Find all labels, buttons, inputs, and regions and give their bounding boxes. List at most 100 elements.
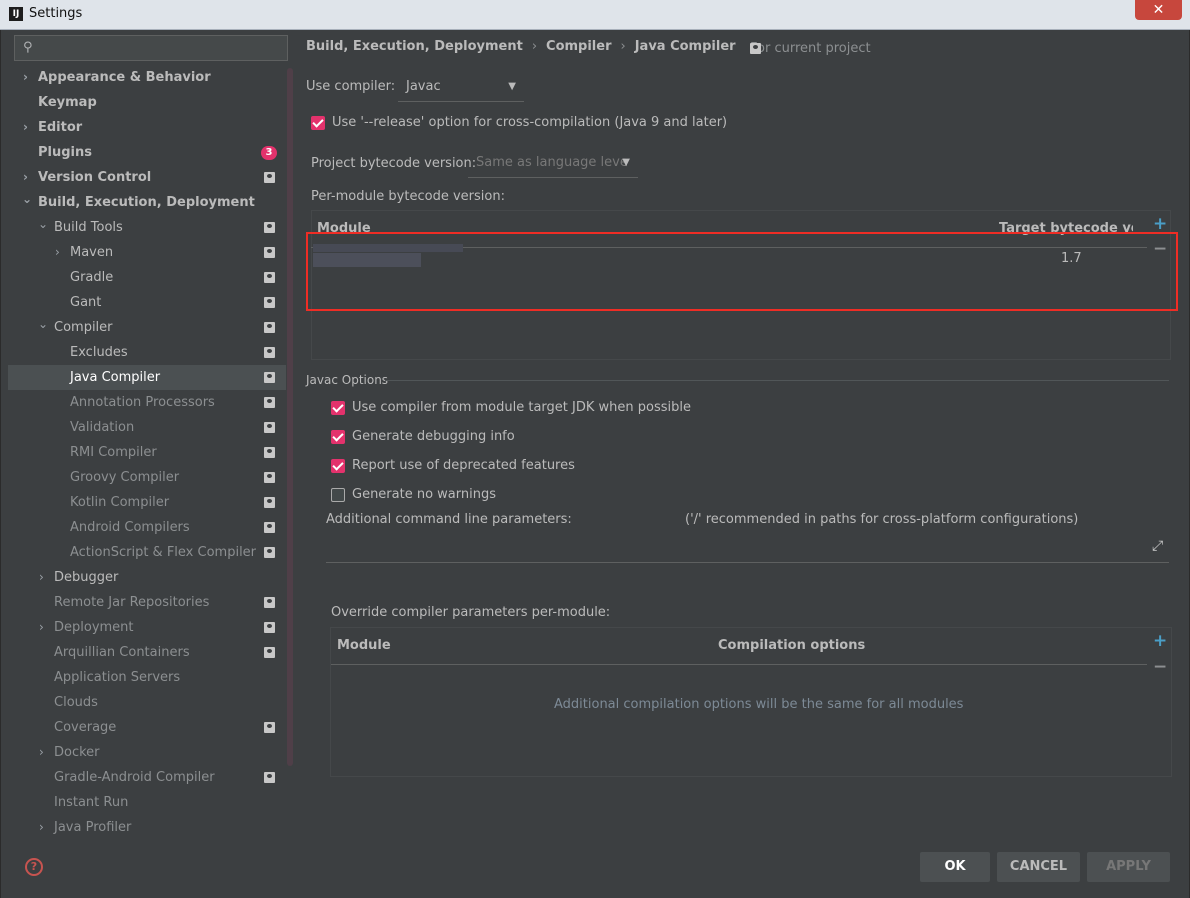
project-scope-icon [264, 772, 275, 783]
use-target-jdk-checkbox[interactable] [331, 401, 345, 415]
chevron-right-icon[interactable]: › [55, 240, 60, 265]
sidebar-item-debugger[interactable]: › Debugger [8, 565, 286, 590]
use-compiler-combo[interactable]: Javac ▼ [398, 74, 524, 102]
sidebar-item-label: Docker [54, 745, 100, 760]
close-window-button[interactable]: ✕ [1135, 0, 1182, 20]
sidebar-item-label: Appearance & Behavior [38, 70, 211, 85]
plugins-update-badge: 3 [261, 146, 277, 160]
ok-button[interactable]: OK [920, 852, 990, 882]
sidebar-scrollbar[interactable] [287, 68, 293, 766]
project-scope-icon [264, 297, 275, 308]
help-icon[interactable]: ? [25, 858, 43, 876]
sidebar-item-android-compilers[interactable]: Android Compilers [8, 515, 286, 540]
sidebar-item-label: Kotlin Compiler [70, 495, 170, 510]
sidebar-item-version-control[interactable]: › Version Control [8, 165, 286, 190]
window-title: Settings [29, 6, 83, 21]
apply-button[interactable]: APPLY [1087, 852, 1170, 882]
sidebar-item-java-profiler[interactable]: › Java Profiler [8, 815, 286, 840]
deprecated-features-checkbox[interactable] [331, 459, 345, 473]
sidebar-item-coverage[interactable]: Coverage [8, 715, 286, 740]
sidebar-item-label: Java Compiler [70, 370, 161, 385]
sidebar-item-label: Android Compilers [70, 520, 190, 535]
sidebar-item-label: Debugger [54, 570, 119, 585]
cancel-button[interactable]: CANCEL [997, 852, 1080, 882]
chevron-right-icon[interactable]: › [23, 65, 28, 90]
section-divider [385, 380, 1169, 381]
sidebar-item-build-tools[interactable]: ⌄ Build Tools [8, 215, 286, 240]
sidebar-item-plugins[interactable]: Plugins 3 [8, 140, 286, 165]
sidebar-item-groovy-compiler[interactable]: Groovy Compiler [8, 465, 286, 490]
column-header-module: Module [337, 638, 391, 653]
sidebar-item-docker[interactable]: › Docker [8, 740, 286, 765]
sidebar-item-gradle[interactable]: Gradle [8, 265, 286, 290]
project-scope-icon [264, 547, 275, 558]
sidebar-item-instant-run[interactable]: Instant Run [8, 790, 286, 815]
sidebar-item-editor[interactable]: › Editor [8, 115, 286, 140]
deprecated-features-label: Report use of deprecated features [352, 458, 575, 473]
project-scope-icon [264, 172, 275, 183]
add-module-icon[interactable]: + [1153, 214, 1167, 234]
chevron-right-icon[interactable]: › [39, 815, 44, 840]
add-override-icon[interactable]: + [1153, 631, 1167, 651]
intellij-app-icon: IJ [9, 7, 23, 21]
sidebar-item-application-servers[interactable]: Application Servers [8, 665, 286, 690]
project-scope-icon [264, 472, 275, 483]
sidebar-item-label: Validation [70, 420, 135, 435]
expand-icon[interactable]: ⤢ [1152, 538, 1163, 554]
breadcrumb-separator-icon: › [620, 39, 626, 54]
sidebar-item-label: Compiler [54, 320, 113, 335]
sidebar-item-kotlin-compiler[interactable]: Kotlin Compiler [8, 490, 286, 515]
sidebar-item-annotation-processors[interactable]: Annotation Processors [8, 390, 286, 415]
sidebar-item-maven[interactable]: › Maven [8, 240, 286, 265]
chevron-right-icon[interactable]: › [23, 115, 28, 140]
sidebar-item-actionscript-flex-compiler[interactable]: ActionScript & Flex Compiler [8, 540, 286, 565]
sidebar-item-build-execution-deployment[interactable]: ⌄ Build, Execution, Deployment [8, 190, 286, 215]
sidebar-item-label: Version Control [38, 170, 152, 185]
sidebar-item-compiler[interactable]: ⌄ Compiler [8, 315, 286, 340]
release-option-checkbox[interactable] [311, 116, 325, 130]
scope-indicator: For current project [732, 41, 871, 56]
chevron-right-icon[interactable]: › [39, 565, 44, 590]
project-scope-icon [264, 422, 275, 433]
sidebar-item-gant[interactable]: Gant [8, 290, 286, 315]
scope-label: For current project [750, 41, 871, 56]
bytecode-version-value: Same as language leve [476, 155, 628, 170]
project-scope-icon [264, 622, 275, 633]
chevron-right-icon[interactable]: › [39, 615, 44, 640]
title-bar: IJ Settings ✕ [0, 0, 1190, 30]
project-scope-icon [264, 722, 275, 733]
sidebar-item-appearance-behavior[interactable]: › Appearance & Behavior [8, 65, 286, 90]
sidebar-item-excludes[interactable]: Excludes [8, 340, 286, 365]
chevron-right-icon[interactable]: › [39, 740, 44, 765]
project-scope-icon [264, 597, 275, 608]
sidebar-item-label: Remote Jar Repositories [54, 595, 210, 610]
sidebar-item-label: Clouds [54, 695, 98, 710]
sidebar-item-label: RMI Compiler [70, 445, 157, 460]
release-option-label: Use '--release' option for cross-compila… [332, 115, 728, 130]
sidebar-item-remote-jar-repositories[interactable]: Remote Jar Repositories [8, 590, 286, 615]
settings-search-input[interactable]: ⚲ [14, 35, 288, 61]
chevron-down-icon[interactable]: ⌄ [22, 187, 32, 212]
column-header-compilation-options: Compilation options [718, 638, 866, 653]
bytecode-version-combo[interactable]: Same as language leve ▼ [468, 150, 638, 178]
chevron-down-icon[interactable]: ⌄ [38, 212, 48, 237]
project-scope-icon [750, 43, 761, 54]
sidebar-item-label: Java Profiler [54, 820, 132, 835]
sidebar-item-gradle-android-compiler[interactable]: Gradle-Android Compiler [8, 765, 286, 790]
sidebar-item-java-compiler[interactable]: Java Compiler [8, 365, 286, 390]
sidebar-item-label: Gradle-Android Compiler [54, 770, 215, 785]
project-scope-icon [264, 647, 275, 658]
sidebar-item-clouds[interactable]: Clouds [8, 690, 286, 715]
breadcrumb-separator-icon: › [531, 39, 538, 54]
remove-override-icon[interactable]: − [1153, 657, 1167, 677]
sidebar-item-arquillian-containers[interactable]: Arquillian Containers [8, 640, 286, 665]
sidebar-item-deployment[interactable]: › Deployment [8, 615, 286, 640]
sidebar-item-rmi-compiler[interactable]: RMI Compiler [8, 440, 286, 465]
sidebar-item-keymap[interactable]: Keymap [8, 90, 286, 115]
breadcrumb-item: Compiler [546, 39, 612, 54]
cmd-params-input[interactable] [326, 530, 1169, 563]
chevron-down-icon[interactable]: ⌄ [38, 312, 48, 337]
debugging-info-checkbox[interactable] [331, 430, 345, 444]
sidebar-item-validation[interactable]: Validation [8, 415, 286, 440]
no-warnings-checkbox[interactable] [331, 488, 345, 502]
